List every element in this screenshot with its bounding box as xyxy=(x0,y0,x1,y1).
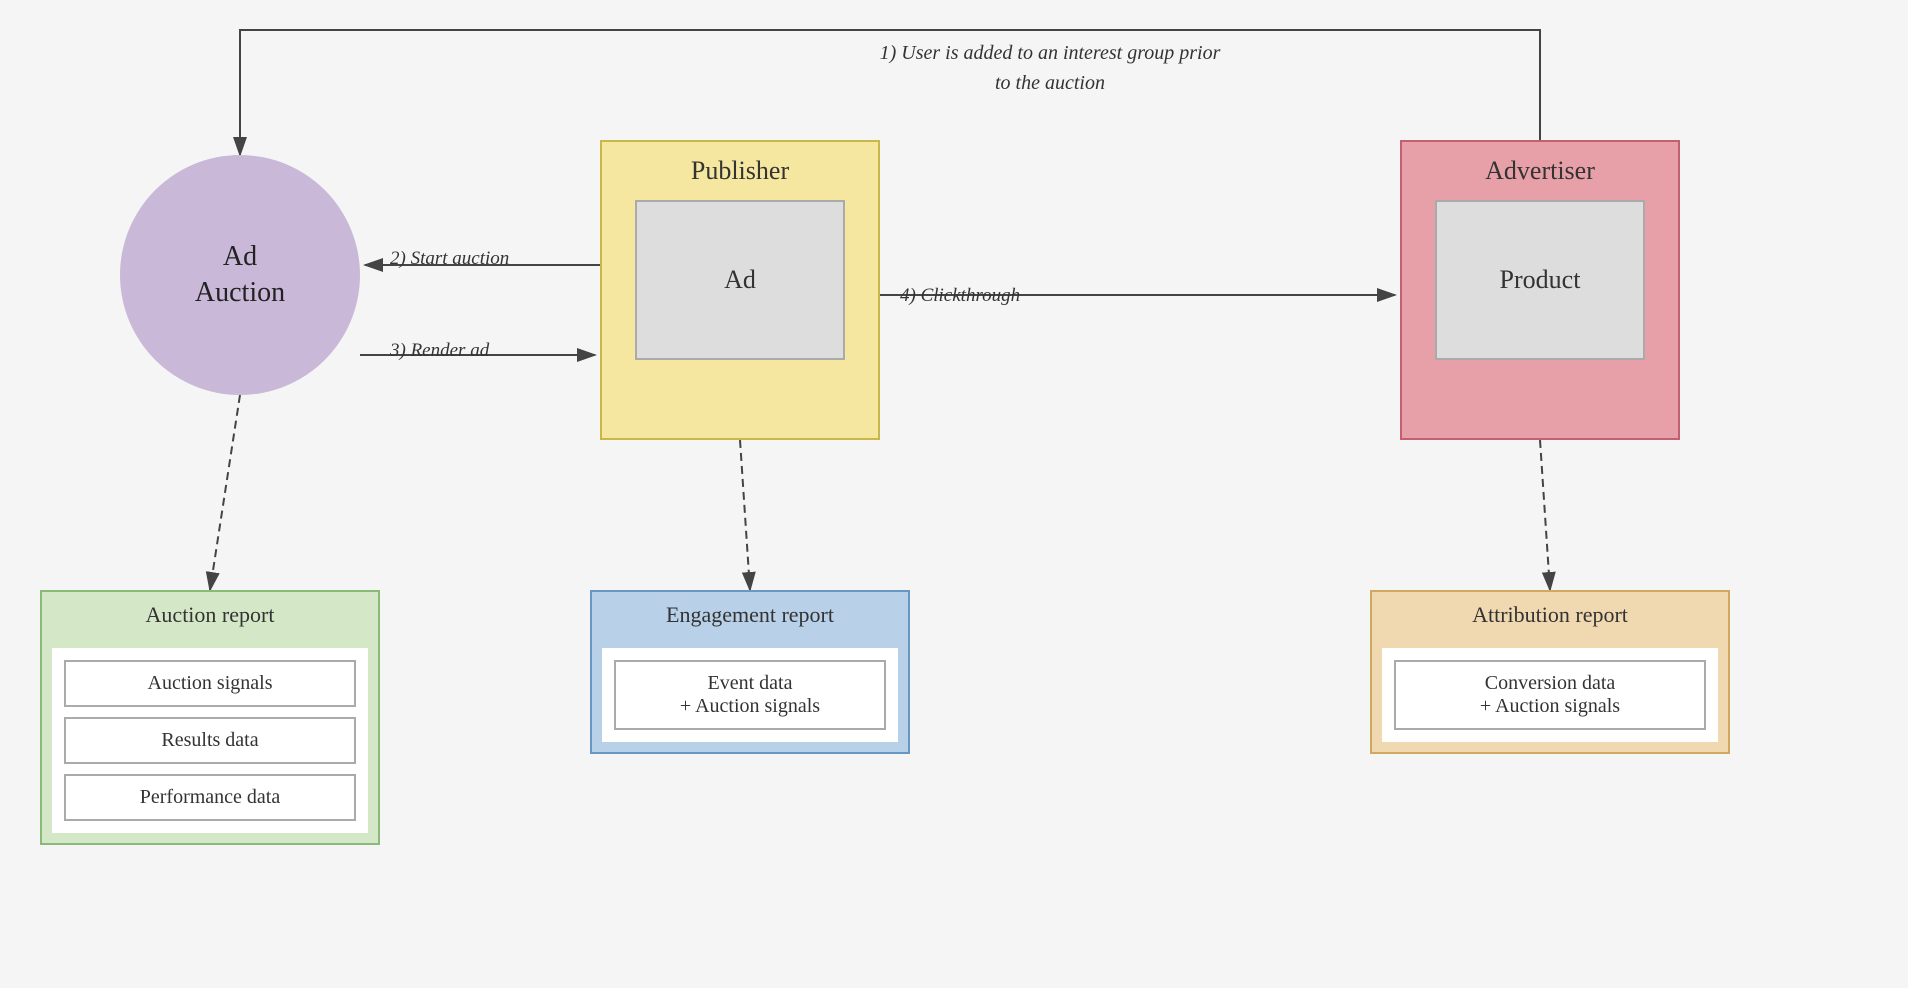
publisher-ad-label: Ad xyxy=(724,265,756,295)
annotation-clickthrough-text: 4) Clickthrough xyxy=(900,285,1020,306)
ad-auction-node: Ad Auction xyxy=(120,155,360,395)
annotation-clickthrough: 4) Clickthrough xyxy=(900,285,1020,307)
attribution-report-body: Conversion data + Auction signals xyxy=(1382,648,1718,742)
auction-report-item-3: Performance data xyxy=(64,774,356,821)
ad-auction-label: Ad xyxy=(223,239,257,275)
annotation-render-ad-text: 3) Render ad xyxy=(390,340,489,361)
annotation-render-ad: 3) Render ad xyxy=(390,340,489,362)
diagram-container: Ad Auction Publisher Ad Advertiser Produ… xyxy=(0,0,1908,988)
ad-auction-label2: Auction xyxy=(195,275,285,311)
publisher-inner-ad: Ad xyxy=(635,200,845,360)
engagement-report-node: Engagement report Event data + Auction s… xyxy=(590,590,910,754)
advertiser-product-label: Product xyxy=(1500,265,1581,295)
auction-report-title: Auction report xyxy=(42,592,378,638)
attribution-report-item-1: Conversion data + Auction signals xyxy=(1394,660,1706,730)
annotation-start-auction-text: 2) Start auction xyxy=(390,248,509,269)
attribution-report-node: Attribution report Conversion data + Auc… xyxy=(1370,590,1730,754)
engagement-report-title: Engagement report xyxy=(592,592,908,638)
annotation-start-auction: 2) Start auction xyxy=(390,248,509,270)
publisher-node: Publisher Ad xyxy=(600,140,880,440)
annotation-interest-group: 1) User is added to an interest group pr… xyxy=(870,38,1230,98)
annotation-interest-group-text: 1) User is added to an interest group pr… xyxy=(880,42,1221,94)
publisher-title: Publisher xyxy=(691,156,789,186)
auction-report-node: Auction report Auction signals Results d… xyxy=(40,590,380,845)
auction-report-body: Auction signals Results data Performance… xyxy=(52,648,368,833)
auction-report-item-2: Results data xyxy=(64,717,356,764)
advertiser-inner-product: Product xyxy=(1435,200,1645,360)
engagement-report-body: Event data + Auction signals xyxy=(602,648,898,742)
engagement-report-item-1: Event data + Auction signals xyxy=(614,660,886,730)
attribution-report-title: Attribution report xyxy=(1372,592,1728,638)
auction-report-item-1: Auction signals xyxy=(64,660,356,707)
advertiser-node: Advertiser Product xyxy=(1400,140,1680,440)
advertiser-title: Advertiser xyxy=(1485,156,1595,186)
